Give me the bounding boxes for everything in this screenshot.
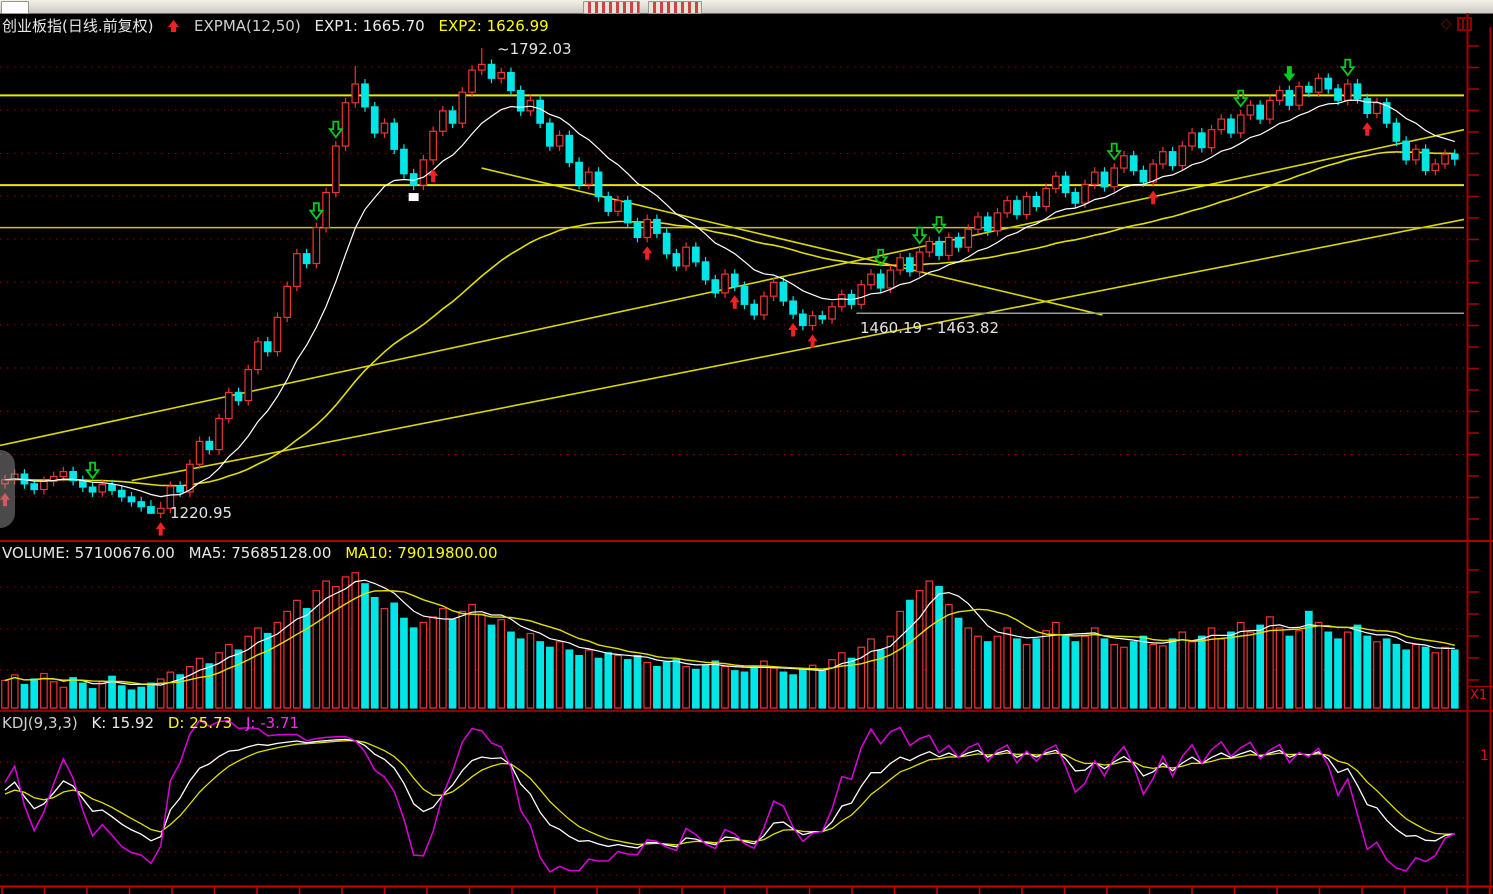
gap-price-annotation: 1460.19 - 1463.82 xyxy=(860,319,999,337)
peak-price-annotation: ~1792.03 xyxy=(497,40,572,58)
volume-panel[interactable] xyxy=(0,542,1493,710)
menu-toolbar xyxy=(0,0,1493,14)
indicator-name: EXPMA(12,50) xyxy=(194,17,301,35)
chart-corner-tools: ◇ xyxy=(1441,16,1472,32)
split-pane-icon[interactable] xyxy=(1457,17,1472,31)
volume-header-row: VOLUME: 57100676.00 MA5: 75685128.00 MA1… xyxy=(2,544,507,562)
volume-readout: VOLUME: 57100676.00 xyxy=(2,544,175,562)
kdj-header-row: KDJ(9,3,3) K: 15.92 D: 25.73 J: -3.71 xyxy=(2,714,308,732)
trend-up-arrow-icon xyxy=(167,17,180,35)
kdj-panel[interactable] xyxy=(0,712,1493,894)
diamond-marker-icon[interactable]: ◇ xyxy=(1441,16,1452,32)
panel-expand-handle[interactable] xyxy=(0,450,15,528)
main-chart-panel[interactable] xyxy=(0,13,1493,540)
kdj-d-readout: D: 25.73 xyxy=(168,714,232,732)
volume-ma5-readout: MA5: 75685128.00 xyxy=(189,544,332,562)
trading-app-window: 创业板指(日线.前复权) EXPMA(12,50) EXP1: 1665.70 … xyxy=(0,0,1493,894)
kdj-axis-label: 1 xyxy=(1480,748,1489,764)
volume-ma10-readout: MA10: 79019800.00 xyxy=(345,544,497,562)
instrument-title: 创业板指(日线.前复权) xyxy=(2,17,153,35)
volume-axis-label: X1 xyxy=(1470,688,1487,703)
chart-header-row: 创业板指(日线.前复权) EXPMA(12,50) EXP1: 1665.70 … xyxy=(2,15,558,36)
low-price-annotation: 1220.95 xyxy=(170,504,232,522)
kdj-formula-label: KDJ(9,3,3) xyxy=(2,714,78,732)
exp1-readout: EXP1: 1665.70 xyxy=(314,17,424,35)
kdj-j-readout: J: -3.71 xyxy=(246,714,299,732)
exp2-readout: EXP2: 1626.99 xyxy=(438,17,548,35)
kdj-k-readout: K: 15.92 xyxy=(91,714,154,732)
